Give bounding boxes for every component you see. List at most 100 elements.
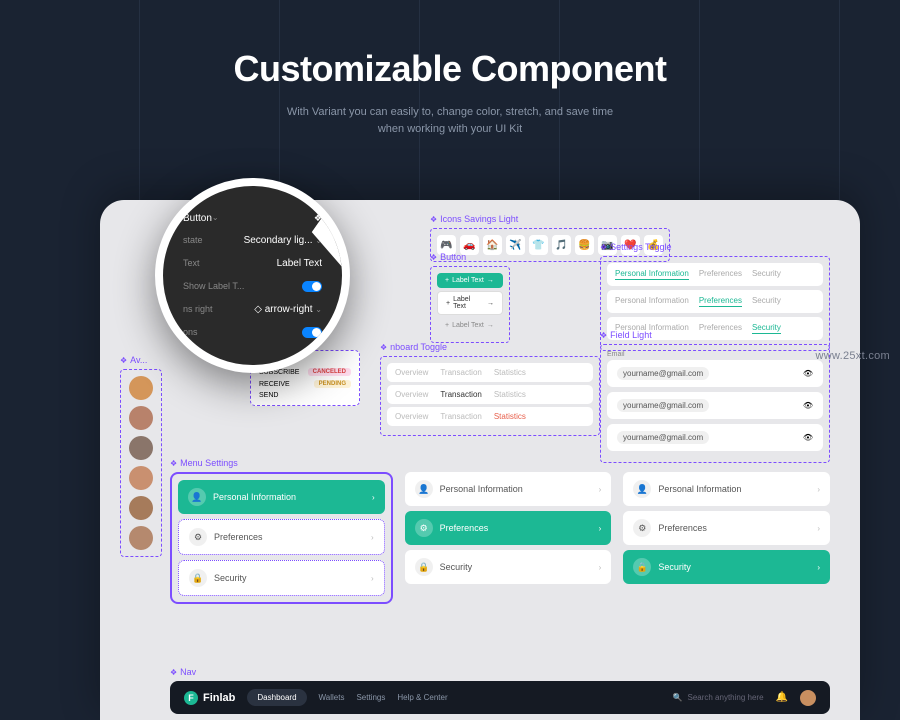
email-field[interactable]: yourname@gmail.com👁 [607, 424, 823, 451]
nav-link-help[interactable]: Help & Center [397, 693, 447, 702]
button-section: Button +Label Text→ +Label Text→ +Label … [430, 252, 510, 343]
eye-off-icon[interactable]: 👁 [803, 401, 813, 410]
avatar[interactable] [129, 496, 153, 520]
hero-title: Customizable Component [20, 48, 880, 90]
button-outline[interactable]: +Label Text→ [437, 291, 503, 315]
tab-personal[interactable]: Personal Information [615, 269, 689, 280]
savings-icon[interactable]: 👕 [529, 235, 548, 255]
chevron-right-icon: › [372, 493, 375, 502]
lock-icon: 🔒 [633, 558, 651, 576]
bell-icon[interactable]: 🔔 [776, 692, 788, 703]
property-inspector-popup: Button ⌄ ❖ state Secondary lig... ⌄ Text… [155, 178, 350, 373]
chevron-right-icon: › [817, 563, 820, 572]
menu-item-preferences[interactable]: ⚙Preferences› [178, 519, 385, 555]
property-state[interactable]: state Secondary lig... ⌄ [183, 229, 322, 252]
lock-icon: 🔒 [415, 558, 433, 576]
tab-personal[interactable]: Personal Information [615, 296, 689, 307]
menu-variant-1: 👤Personal Information› ⚙Preferences› 🔒Se… [170, 472, 393, 604]
menu-variant-2: 👤Personal Information› ⚙Preferences› 🔒Se… [405, 472, 612, 604]
person-icon: 👤 [188, 488, 206, 506]
section-label-icons: Icons Savings Light [430, 214, 670, 224]
chevron-right-icon: › [599, 524, 602, 533]
menu-item-security[interactable]: 🔒Security› [623, 550, 830, 584]
status-row: RECEIVEPENDING [255, 378, 355, 390]
tab-preferences[interactable]: Preferences [699, 269, 742, 280]
sliders-icon: ⚙ [415, 519, 433, 537]
tab-security[interactable]: Security [752, 269, 781, 280]
toggle-variant: Personal Information Preferences Securit… [607, 263, 823, 286]
onboard-variants: Overview Transaction Statistics Overview… [380, 356, 600, 436]
field-variants: Email yourname@gmail.com👁 yourname@gmail… [600, 344, 830, 463]
search-input[interactable]: 🔍Search anything here [673, 693, 764, 702]
avatar-column [120, 369, 162, 557]
section-label-onboard: nboard Toggle [380, 342, 600, 352]
tab-preferences[interactable]: Preferences [699, 296, 742, 307]
button-primary[interactable]: +Label Text→ [437, 273, 503, 288]
nav-link-settings[interactable]: Settings [356, 693, 385, 702]
section-label-settings-toggle: Settings Toggle [600, 242, 830, 252]
menu-item-security[interactable]: 🔒Security› [405, 550, 612, 584]
arrow-right-icon: → [487, 277, 494, 284]
avatar[interactable] [129, 436, 153, 460]
avatar[interactable] [129, 466, 153, 490]
hero-subtitle-2: when working with your UI Kit [20, 121, 880, 138]
menu-variant-3: 👤Personal Information› ⚙Preferences› 🔒Se… [623, 472, 830, 604]
menu-item-personal[interactable]: 👤Personal Information› [623, 472, 830, 506]
property-icons[interactable]: ons [183, 321, 322, 344]
menu-item-preferences[interactable]: ⚙Preferences› [405, 511, 612, 545]
property-icon-right[interactable]: ns right ◇ arrow-right ⌄ [183, 298, 322, 321]
chevron-down-icon: ⌄ [315, 236, 322, 245]
property-show-label[interactable]: Show Label T... [183, 275, 322, 298]
menu-item-preferences[interactable]: ⚙Preferences› [623, 511, 830, 545]
avatar-section: Av... [120, 355, 162, 557]
avatar[interactable] [129, 526, 153, 550]
person-icon: 👤 [415, 480, 433, 498]
navbar: FFinlab Dashboard Wallets Settings Help … [170, 681, 830, 714]
eye-off-icon[interactable]: 👁 [803, 433, 813, 442]
onboard-toggle-section: nboard Toggle Overview Transaction Stati… [380, 342, 600, 436]
inspector-header: Button ⌄ ❖ [183, 208, 322, 229]
savings-icon[interactable]: 🍔 [575, 235, 594, 255]
hero: Customizable Component With Variant you … [0, 0, 900, 165]
email-field[interactable]: yourname@gmail.com👁 [607, 360, 823, 387]
section-label-button: Button [430, 252, 510, 262]
menu-item-security[interactable]: 🔒Security› [178, 560, 385, 596]
brand-logo[interactable]: FFinlab [184, 691, 235, 705]
menu-settings-section: Menu Settings 👤Personal Information› ⚙Pr… [170, 458, 830, 604]
chevron-right-icon: › [817, 485, 820, 494]
sliders-icon: ⚙ [633, 519, 651, 537]
chevron-right-icon: › [817, 524, 820, 533]
lock-icon: 🔒 [189, 569, 207, 587]
chevron-right-icon: › [371, 533, 374, 542]
arrow-right-icon: → [487, 322, 494, 329]
eye-off-icon[interactable]: 👁 [803, 369, 813, 378]
chevron-down-icon[interactable]: ⌄ [212, 213, 219, 224]
toggle-switch[interactable] [302, 327, 322, 338]
nav-section: Nav FFinlab Dashboard Wallets Settings H… [170, 667, 830, 714]
button-ghost[interactable]: +Label Text→ [437, 318, 503, 333]
savings-icon[interactable]: 🎵 [552, 235, 571, 255]
chevron-right-icon: › [599, 563, 602, 572]
section-label-field: Field Light [600, 330, 830, 340]
avatar[interactable] [129, 376, 153, 400]
toggle-switch[interactable] [302, 281, 322, 292]
onboard-variant: Overview Transaction Statistics [387, 385, 593, 404]
button-variants: +Label Text→ +Label Text→ +Label Text→ [430, 266, 510, 343]
email-field[interactable]: yourname@gmail.com👁 [607, 392, 823, 419]
arrow-right-icon: → [487, 300, 494, 307]
user-avatar[interactable] [800, 690, 816, 706]
nav-link-dashboard[interactable]: Dashboard [247, 689, 306, 706]
nav-link-wallets[interactable]: Wallets [319, 693, 345, 702]
tab-security[interactable]: Security [752, 296, 781, 307]
menu-item-personal[interactable]: 👤Personal Information› [405, 472, 612, 506]
avatar[interactable] [129, 406, 153, 430]
chevron-right-icon: › [599, 485, 602, 494]
hero-subtitle-1: With Variant you can easily to, change c… [20, 104, 880, 121]
chevron-down-icon: ⌄ [315, 305, 322, 314]
section-label-nav: Nav [170, 667, 830, 677]
status-row: SEND [255, 390, 355, 401]
property-text[interactable]: Text Label Text [183, 252, 322, 275]
menu-item-personal[interactable]: 👤Personal Information› [178, 480, 385, 514]
chevron-right-icon: › [371, 574, 374, 583]
component-icon: ❖ [314, 213, 322, 224]
